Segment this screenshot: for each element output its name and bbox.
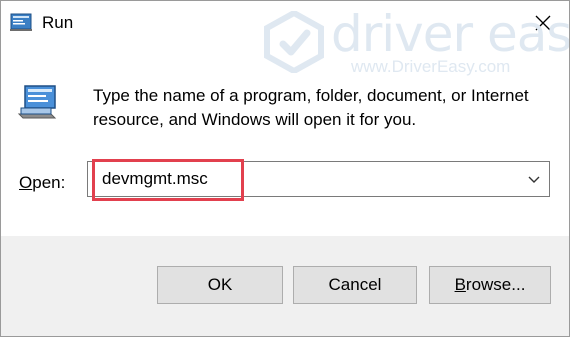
open-combobox[interactable]	[87, 161, 550, 197]
ok-button[interactable]: OK	[157, 266, 283, 304]
drivereasy-logo-icon	[263, 9, 325, 75]
watermark-brand: driver easy	[331, 5, 570, 63]
cancel-button[interactable]: Cancel	[293, 266, 417, 304]
watermark-url: www.DriverEasy.com	[351, 57, 511, 76]
open-input[interactable]	[88, 162, 518, 196]
instruction-text: Type the name of a program, folder, docu…	[93, 86, 529, 129]
browse-label: rowse...	[465, 275, 526, 294]
watermark: driver easy www.DriverEasy.com	[263, 5, 569, 85]
run-app-icon	[10, 12, 34, 32]
run-dialog: Run driver easy www.DriverEasy.com Type …	[0, 0, 570, 337]
chevron-down-icon[interactable]	[527, 173, 541, 185]
browse-button[interactable]: Browse...	[429, 266, 551, 304]
run-large-icon	[17, 84, 57, 120]
open-label: Open:	[19, 173, 66, 192]
window-title: Run	[42, 13, 74, 32]
browse-accesskey: B	[454, 275, 466, 294]
